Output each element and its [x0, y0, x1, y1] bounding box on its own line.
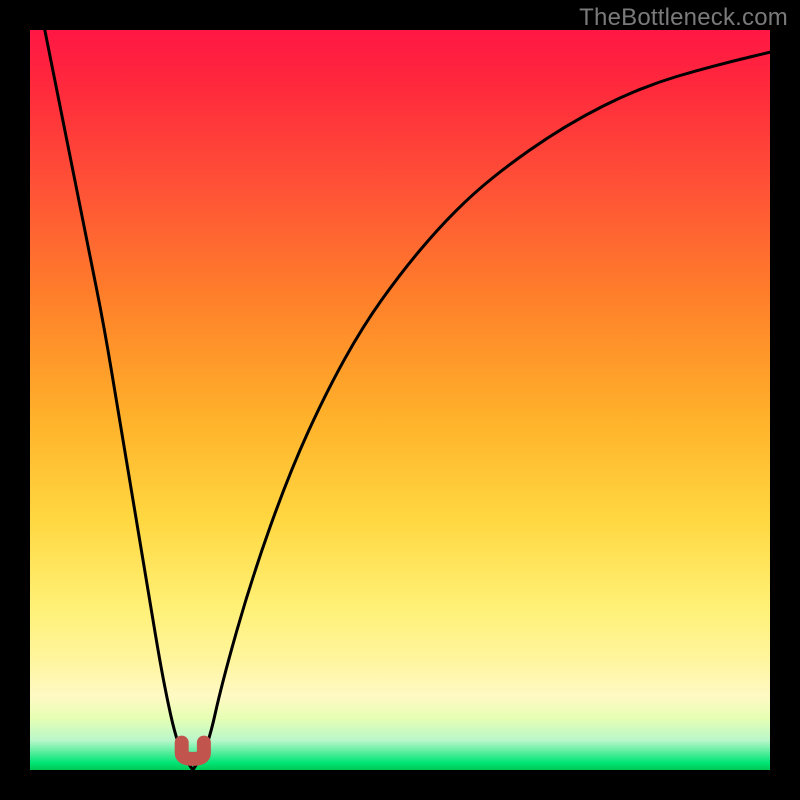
- watermark-text: TheBottleneck.com: [579, 4, 788, 32]
- bottleneck-chart: [30, 30, 770, 770]
- optimal-marker-path: [182, 743, 204, 759]
- bottleneck-curve-path: [45, 30, 770, 770]
